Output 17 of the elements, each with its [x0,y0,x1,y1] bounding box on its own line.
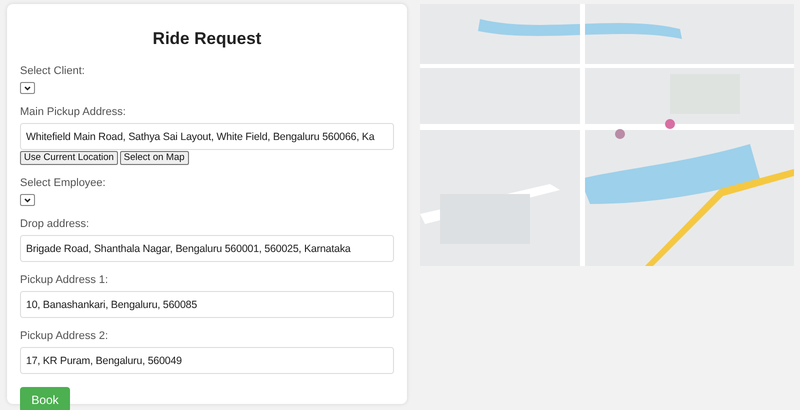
address-field[interactable]: Brigade Road, Shanthala Nagar, Bengaluru 560001, 560025, Karnataka [20,235,394,262]
dropdown[interactable] [20,194,35,206]
field-label: Select Client: [20,64,86,78]
field-label: Main Pickup Address: [20,105,127,119]
dropdown[interactable] [20,82,35,94]
address-field[interactable]: Whitefield Main Road, Sathya Sai Layout, White Field, Bengaluru 560066, Ka [20,123,394,150]
field-label: Drop address: [20,217,90,231]
chevron-down-icon [24,86,31,90]
location-button[interactable]: Use Current Location [20,151,118,165]
field-label: Select Employee: [20,176,107,190]
form-title: Ride Request [152,29,262,49]
address-field[interactable]: 17, KR Puram, Bengaluru, 560049 [20,347,394,374]
chevron-down-icon [24,198,31,202]
location-button[interactable]: Select on Map [120,151,189,165]
field-label: Pickup Address 2: [20,329,110,343]
address-field[interactable]: 10, Banashankari, Bengaluru, 560085 [20,291,394,318]
field-label: Pickup Address 1: [20,273,110,287]
